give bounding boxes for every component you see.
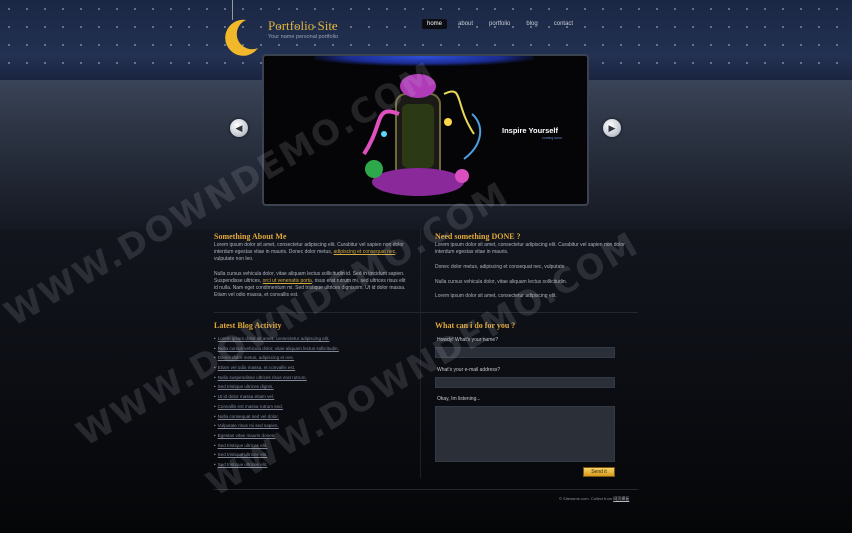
footer-text: © Sitename.com. Collect from 网页模板 — [559, 496, 630, 501]
site-tagline: Your name personal portfolio — [268, 34, 339, 40]
content-area — [0, 230, 852, 533]
nav-contact[interactable]: contact — [549, 19, 578, 29]
done-paragraph-1: Lorem ipsum dolor sit amet, consectetur … — [435, 242, 625, 255]
about-paragraph-1: Lorem ipsum dolor sit amet, consectetur … — [214, 242, 404, 262]
done-paragraph-3: Nulla cursus vehicula dolor, vitae aliqu… — [435, 279, 568, 285]
nav-home[interactable]: home — [422, 19, 448, 29]
blog-item[interactable]: • Nulla consequat sed vel dolor. — [214, 412, 414, 422]
chevron-left-icon[interactable]: ◀ — [230, 119, 248, 137]
blog-list: • Lorem ipsum dolor sit amet, consectetur… — [214, 334, 414, 470]
message-textarea[interactable] — [435, 406, 615, 462]
blog-item[interactable]: • Donec dolor metus, adipiscing et nec. — [214, 353, 414, 363]
nav-blog[interactable]: blog — [521, 19, 542, 29]
blog-item[interactable]: • Vulputate risus mi sed sapien. — [214, 421, 414, 431]
name-label: Howdy! What's your name? — [437, 337, 498, 343]
about-heading: Something About Me — [214, 232, 287, 241]
done-paragraph-2: Donec dolor metus, adipiscing et consequ… — [435, 264, 565, 270]
slide-artwork-image — [362, 74, 482, 196]
blog-item[interactable]: • Nulla suspendisse ultrices risus erat r… — [214, 373, 414, 383]
column-divider — [420, 228, 421, 478]
email-field[interactable] — [435, 377, 615, 388]
about-link-2[interactable]: orci ut venenatis porta — [263, 278, 312, 284]
slide-caption: Inspire Yourself — [502, 126, 558, 135]
nav-portfolio[interactable]: portfolio — [484, 19, 515, 29]
main-nav: home about portfolio blog contact — [422, 19, 578, 29]
moon-logo-icon — [225, 19, 258, 56]
blog-heading: Latest Blog Activity — [214, 321, 282, 330]
about-link-1[interactable]: adipiscing et consequat nec — [334, 249, 396, 255]
blog-item[interactable]: • Etiam vel odio massa, et convallis est. — [214, 363, 414, 373]
blog-item[interactable]: • Egestas vitae mauris donec. — [214, 431, 414, 441]
contact-heading: What can i do for you ? — [435, 321, 516, 330]
blog-item[interactable]: • Sed tristique ultrices elit. — [214, 460, 414, 470]
blog-item[interactable]: • Sed tristique ultrices elit. — [214, 441, 414, 451]
footer-divider — [214, 489, 638, 490]
message-label: Okay, Im listening... — [437, 396, 481, 402]
blog-item[interactable]: • Sed tristique ultrices dignis. — [214, 382, 414, 392]
blog-item[interactable]: • Nulla cursus vehicula dolor, vitae aliq… — [214, 344, 414, 354]
site-title[interactable]: Portfolio Site — [268, 18, 338, 34]
email-label: What's your e-mail address? — [437, 367, 501, 373]
blog-item[interactable]: • Sed tristique ultrices elit. — [214, 450, 414, 460]
section-divider — [214, 312, 638, 313]
blog-item[interactable]: • Convallis est massa rutrum sed. — [214, 402, 414, 412]
name-field[interactable] — [435, 347, 615, 358]
send-button[interactable]: Send it — [583, 467, 615, 477]
image-slider[interactable]: Inspire Yourself coming soon — [262, 54, 589, 206]
slide-subcaption: coming soon — [542, 136, 562, 140]
blog-item[interactable]: • Ut id dolor massa etiam vel. — [214, 392, 414, 402]
blog-item[interactable]: • Lorem ipsum dolor sit amet, consectetur… — [214, 334, 414, 344]
done-paragraph-4: Lorem ipsum dolor sit amet, consectetur … — [435, 293, 557, 299]
chevron-right-icon[interactable]: ▶ — [603, 119, 621, 137]
about-paragraph-2: Nulla cursus vehicula dolor, vitae aliqu… — [214, 271, 406, 298]
done-heading: Need something DONE ? — [435, 232, 521, 241]
footer-link[interactable]: 网页模板 — [613, 496, 629, 501]
nav-about[interactable]: about — [453, 19, 478, 29]
